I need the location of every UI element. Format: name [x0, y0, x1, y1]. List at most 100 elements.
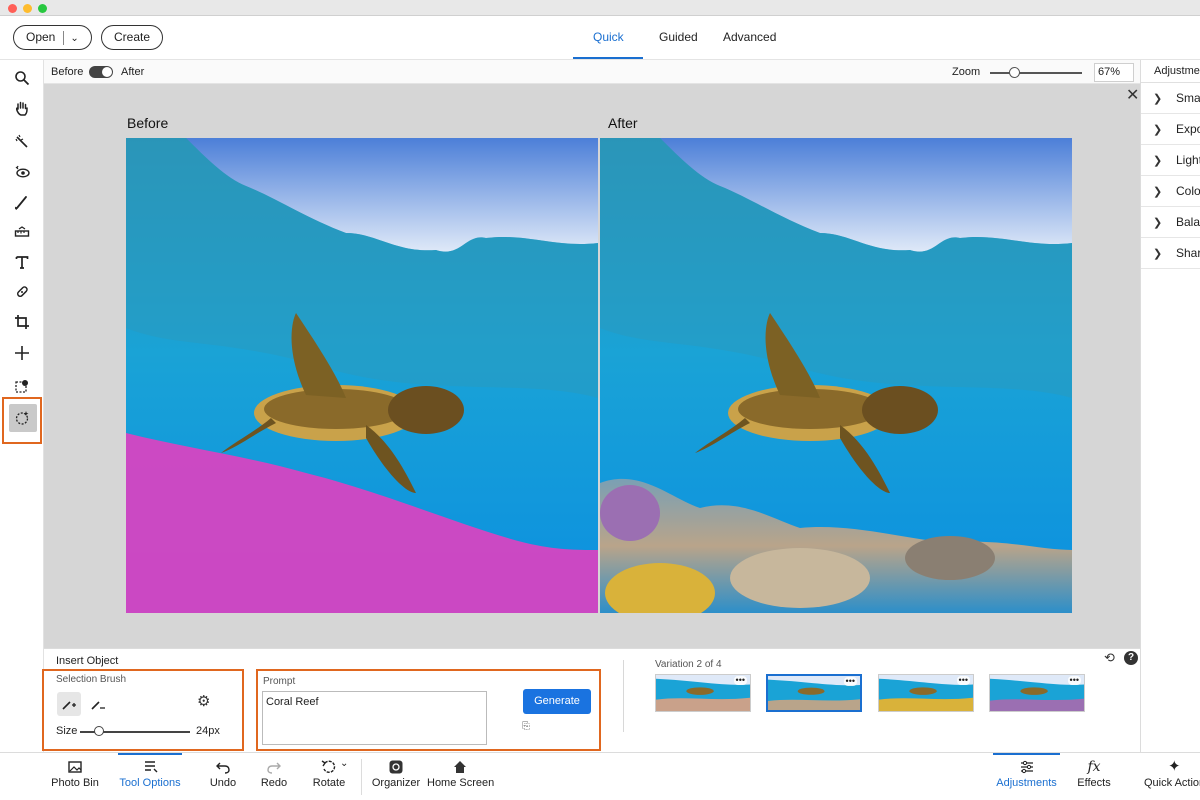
organizer-button[interactable]: Organizer [370, 753, 422, 800]
generate-button[interactable]: Generate [523, 689, 591, 714]
photo-bin-button[interactable]: Photo Bin [44, 753, 106, 800]
zoom-slider[interactable] [990, 72, 1082, 74]
active-tool-highlight [2, 397, 42, 444]
more-options-icon[interactable]: ••• [843, 677, 857, 686]
adjustment-balance[interactable]: ❯ Balance [1141, 207, 1200, 238]
home-screen-button[interactable]: Home Screen [427, 753, 495, 800]
chevron-down-icon[interactable]: ⌄ [70, 33, 78, 44]
create-button[interactable]: Create [101, 25, 164, 50]
zoom-label: Zoom [952, 66, 981, 78]
divider [361, 759, 362, 795]
variation-thumbnail-1[interactable]: ••• [655, 674, 751, 712]
organizer-icon [389, 760, 403, 774]
zoom-tool-icon[interactable] [12, 68, 32, 88]
before-title: Before [127, 115, 169, 131]
variation-thumbnail-3[interactable]: ••• [878, 674, 974, 712]
spot-healing-tool-icon[interactable] [12, 282, 32, 302]
red-eye-tool-icon[interactable] [12, 162, 32, 182]
crop-tool-icon[interactable] [12, 312, 32, 332]
chevron-right-icon: ❯ [1153, 248, 1163, 260]
active-tab-indicator [573, 57, 643, 59]
more-options-icon[interactable]: ••• [733, 676, 747, 685]
more-options-icon[interactable]: ••• [1067, 676, 1081, 685]
after-label: After [121, 66, 145, 78]
brush-subtract-icon [91, 701, 105, 710]
adjustments-panel-title: Adjustments [1154, 65, 1200, 77]
adjustment-label: Lighting [1176, 153, 1200, 167]
open-button[interactable]: Open ⌄ [13, 25, 92, 50]
sparkle-icon: ✦ [1168, 758, 1181, 775]
before-label: Before [51, 66, 84, 78]
adjustment-label: Sharpen [1176, 246, 1200, 260]
size-label: Size [56, 725, 78, 737]
hand-tool-icon[interactable] [12, 98, 32, 118]
home-icon [454, 761, 466, 773]
chevron-right-icon: ❯ [1153, 93, 1163, 105]
undo-label: Undo [209, 777, 237, 789]
create-label: Create [114, 30, 151, 44]
variation-thumbnail-4[interactable]: ••• [989, 674, 1085, 712]
move-tool-icon[interactable] [12, 343, 32, 363]
adjustments-panel: Adjustments ❯ Smart Fix ❯ Exposure ❯ Lighti… [1140, 60, 1200, 752]
size-value: 24px [196, 725, 220, 737]
organizer-label: Organizer [371, 777, 421, 789]
close-window-button[interactable] [8, 4, 17, 13]
remove-background-tool-icon[interactable] [12, 376, 32, 396]
variation-thumbnail-2[interactable]: ••• [766, 674, 862, 712]
divider [623, 660, 624, 732]
more-options-icon[interactable]: ••• [956, 676, 970, 685]
redo-icon [267, 762, 281, 774]
minimize-window-button[interactable] [23, 4, 32, 13]
photo-bin-icon [68, 761, 82, 773]
adjustment-label: Color [1176, 184, 1200, 198]
chevron-down-icon[interactable]: ⌄ [340, 758, 348, 769]
zoom-slider-handle[interactable] [1009, 67, 1020, 78]
subtract-brush-button[interactable] [90, 696, 106, 715]
adjustment-color[interactable]: ❯ Color [1141, 176, 1200, 207]
quick-actions-button[interactable]: ✦ Quick Actions [1140, 753, 1200, 800]
add-brush-button[interactable] [57, 692, 81, 716]
brush-add-icon [62, 701, 76, 710]
credits-icon[interactable]: ⎘ [522, 722, 530, 732]
tool-options-button[interactable]: Tool Options [118, 753, 182, 800]
maximize-window-button[interactable] [38, 4, 47, 13]
effects-button[interactable]: fx Effects [1072, 753, 1116, 800]
open-label: Open [26, 30, 56, 44]
adjustment-lighting[interactable]: ❯ Lighting [1141, 145, 1200, 176]
tool-options-title: Insert Object [56, 655, 119, 667]
gear-icon[interactable]: ⚙ [197, 694, 210, 710]
prompt-label: Prompt [263, 676, 296, 687]
window-titlebar [0, 0, 1200, 16]
redo-button[interactable]: Redo [254, 753, 294, 800]
straighten-tool-icon[interactable] [12, 222, 32, 242]
fx-icon: fx [1087, 759, 1101, 775]
tab-advanced[interactable]: Advanced [723, 30, 776, 44]
tab-quick[interactable]: Quick [593, 30, 624, 44]
size-slider-handle[interactable] [94, 726, 104, 736]
adjustments-button[interactable]: Adjustments [993, 753, 1060, 800]
brush-section-label: Selection Brush [56, 674, 127, 685]
chevron-right-icon: ❯ [1153, 186, 1163, 198]
rotate-label: Rotate [312, 777, 346, 789]
undo-button[interactable]: Undo [202, 753, 244, 800]
effects-label: Effects [1077, 777, 1111, 789]
quick-selection-tool-icon[interactable] [12, 132, 32, 152]
close-icon[interactable]: ✕ [1126, 88, 1139, 104]
adjustment-label: Smart Fix [1176, 91, 1200, 105]
home-screen-label: Home Screen [427, 777, 495, 789]
adjustment-sharpen[interactable]: ❯ Sharpen [1141, 238, 1200, 269]
help-icon[interactable]: ? [1124, 651, 1138, 665]
tab-guided[interactable]: Guided [659, 30, 698, 44]
prompt-input[interactable]: Coral Reef [262, 691, 487, 745]
before-after-toggle[interactable] [89, 66, 113, 78]
variation-label: Variation 2 of 4 [655, 659, 722, 670]
after-image [600, 138, 1072, 613]
adjustment-smart-fix[interactable]: ❯ Smart Fix [1141, 83, 1200, 114]
whiten-teeth-tool-icon[interactable] [12, 192, 32, 212]
zoom-value-field[interactable]: 67% [1094, 63, 1134, 82]
bottom-taskbar: Photo Bin Tool Options Undo Redo Rotate … [0, 752, 1200, 800]
type-tool-icon[interactable] [12, 252, 32, 272]
before-image [126, 138, 598, 613]
reset-icon[interactable]: ⟲ [1104, 651, 1115, 665]
adjustment-exposure[interactable]: ❯ Exposure [1141, 114, 1200, 145]
